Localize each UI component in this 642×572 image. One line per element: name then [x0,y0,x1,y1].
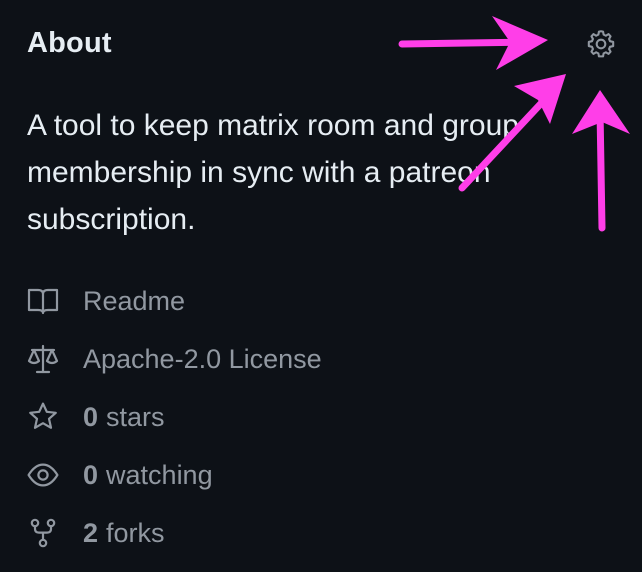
repo-description: A tool to keep matrix room and group mem… [27,109,519,236]
law-icon [27,343,59,375]
repo-forked-icon [27,517,59,549]
eye-icon [27,459,59,491]
stars-label: stars [106,401,165,432]
forks-link[interactable]: 2 forks [27,504,587,562]
watching-label: watching [106,459,213,490]
forks-count: 2 [83,517,99,548]
stars-link[interactable]: 0 stars [27,388,587,446]
repo-meta-list: Readme Apache-2.0 License 0 stars 0 watc… [27,272,587,562]
forks-label: forks [106,517,165,548]
license-link[interactable]: Apache-2.0 License [27,330,587,388]
watching-link[interactable]: 0 watching [27,446,587,504]
stars-count: 0 [83,401,99,432]
about-panel: About A tool to keep matrix room and gro… [0,0,642,572]
book-icon [27,285,59,317]
license-label: Apache-2.0 License [83,343,322,374]
readme-link[interactable]: Readme [27,272,587,330]
gear-icon [587,30,615,58]
watching-count: 0 [83,459,99,490]
readme-label: Readme [83,285,186,316]
edit-repository-details-button[interactable] [582,25,620,63]
star-icon [27,401,59,433]
about-heading: About [27,27,112,59]
